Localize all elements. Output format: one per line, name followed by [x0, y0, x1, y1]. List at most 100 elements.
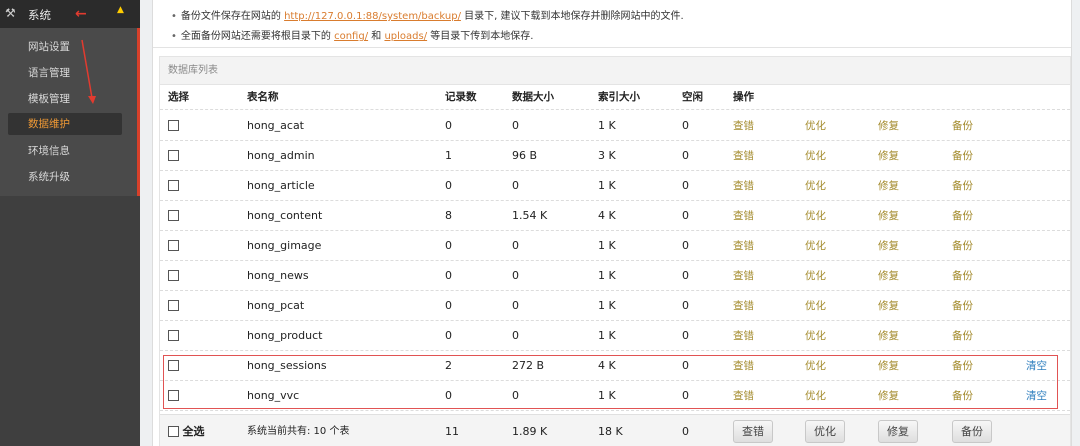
- optimize-link[interactable]: 优化: [805, 321, 826, 351]
- repair-link[interactable]: 修复: [878, 381, 899, 411]
- sidebar-item-data-maintenance[interactable]: 数据维护: [8, 113, 122, 135]
- sidebar-item-environment[interactable]: 环境信息: [8, 140, 122, 162]
- select-all[interactable]: 全选: [168, 415, 205, 446]
- optimize-link[interactable]: 优化: [805, 261, 826, 291]
- optimize-button[interactable]: 优化: [805, 420, 845, 443]
- config-dir-link[interactable]: config/: [334, 31, 368, 42]
- system-menu-header[interactable]: ⚒ 系统 ← ▲: [0, 0, 140, 28]
- backup-link[interactable]: 备份: [952, 111, 973, 141]
- clear-link[interactable]: 清空: [1026, 381, 1047, 411]
- repair-link[interactable]: 修复: [878, 171, 899, 201]
- row-select[interactable]: [168, 261, 179, 291]
- col-free: 空闲: [682, 91, 703, 103]
- total-data-size: 1.89 K: [512, 425, 548, 438]
- backup-link[interactable]: 备份: [952, 231, 973, 261]
- optimize-link[interactable]: 优化: [805, 351, 826, 381]
- free-space: 0: [682, 269, 689, 282]
- check-errors-link[interactable]: 查错: [733, 381, 754, 411]
- repair-link[interactable]: 修复: [878, 201, 899, 231]
- row-checkbox[interactable]: [168, 299, 179, 311]
- row-select[interactable]: [168, 321, 179, 351]
- repair-link[interactable]: 修复: [878, 231, 899, 261]
- backup-link[interactable]: 备份: [952, 201, 973, 231]
- table-name: hong_product: [247, 329, 323, 342]
- check-errors-link[interactable]: 查错: [733, 261, 754, 291]
- check-errors-link[interactable]: 查错: [733, 291, 754, 321]
- row-select[interactable]: [168, 171, 179, 201]
- row-checkbox[interactable]: [168, 359, 179, 371]
- backup-button[interactable]: 备份: [952, 420, 992, 443]
- row-select[interactable]: [168, 111, 179, 141]
- caret-up-icon[interactable]: ▲: [117, 5, 124, 15]
- col-data-size: 数据大小: [512, 91, 554, 103]
- backup-link[interactable]: 备份: [952, 291, 973, 321]
- row-select[interactable]: [168, 231, 179, 261]
- table-row: hong_admin 1 96 B 3 K 0 查错 优化 修复 备份: [160, 141, 1070, 171]
- row-select[interactable]: [168, 291, 179, 321]
- check-errors-link[interactable]: 查错: [733, 201, 754, 231]
- sidebar-item-language[interactable]: 语言管理: [8, 62, 122, 84]
- sidebar-item-templates[interactable]: 模板管理: [8, 88, 122, 110]
- repair-link[interactable]: 修复: [878, 111, 899, 141]
- row-checkbox[interactable]: [168, 209, 179, 221]
- tip-line-1: • 备份文件保存在网站的 http://127.0.0.1:88/system/b…: [171, 11, 684, 22]
- sidebar-item-site-settings[interactable]: 网站设置: [8, 36, 122, 58]
- check-errors-link[interactable]: 查错: [733, 321, 754, 351]
- row-checkbox[interactable]: [168, 119, 179, 131]
- check-errors-button[interactable]: 查错: [733, 420, 773, 443]
- repair-link[interactable]: 修复: [878, 321, 899, 351]
- select-all-label: 全选: [182, 425, 205, 438]
- wrench-icon: ⚒: [5, 6, 16, 20]
- row-checkbox[interactable]: [168, 179, 179, 191]
- check-errors-link[interactable]: 查错: [733, 141, 754, 171]
- optimize-link[interactable]: 优化: [805, 231, 826, 261]
- repair-link[interactable]: 修复: [878, 261, 899, 291]
- record-count: 8: [445, 209, 452, 222]
- optimize-link[interactable]: 优化: [805, 111, 826, 141]
- uploads-dir-link[interactable]: uploads/: [384, 31, 427, 42]
- backup-link[interactable]: 备份: [952, 171, 973, 201]
- table-footer: 全选 系统当前共有: 10 个表 11 1.89 K 18 K 0 查错 优化 …: [160, 414, 1070, 446]
- check-errors-link[interactable]: 查错: [733, 111, 754, 141]
- data-size: 0: [512, 179, 519, 192]
- row-select[interactable]: [168, 201, 179, 231]
- row-select[interactable]: [168, 351, 179, 381]
- optimize-link[interactable]: 优化: [805, 201, 826, 231]
- backup-link[interactable]: 备份: [952, 351, 973, 381]
- check-errors-link[interactable]: 查错: [733, 351, 754, 381]
- row-checkbox[interactable]: [168, 149, 179, 161]
- table-row: hong_sessions 2 272 B 4 K 0 查错 优化 修复 备份 清空: [160, 351, 1070, 381]
- check-errors-link[interactable]: 查错: [733, 231, 754, 261]
- free-space: 0: [682, 209, 689, 222]
- repair-link[interactable]: 修复: [878, 141, 899, 171]
- optimize-link[interactable]: 优化: [805, 141, 826, 171]
- table-count-summary: 系统当前共有: 10 个表: [247, 426, 350, 437]
- optimize-link[interactable]: 优化: [805, 291, 826, 321]
- bullet-icon: •: [171, 31, 177, 42]
- row-select[interactable]: [168, 141, 179, 171]
- col-select: 选择: [168, 91, 189, 103]
- optimize-link[interactable]: 优化: [805, 171, 826, 201]
- backup-link[interactable]: 备份: [952, 381, 973, 411]
- col-records: 记录数: [445, 91, 477, 103]
- sidebar-item-upgrade[interactable]: 系统升级: [8, 166, 122, 188]
- bullet-icon: •: [171, 11, 177, 22]
- repair-button[interactable]: 修复: [878, 420, 918, 443]
- backup-path-link[interactable]: http://127.0.0.1:88/system/backup/: [284, 11, 461, 22]
- backup-link[interactable]: 备份: [952, 321, 973, 351]
- repair-link[interactable]: 修复: [878, 291, 899, 321]
- optimize-link[interactable]: 优化: [805, 381, 826, 411]
- select-all-checkbox[interactable]: [168, 425, 179, 437]
- row-checkbox[interactable]: [168, 239, 179, 251]
- repair-link[interactable]: 修复: [878, 351, 899, 381]
- table-row: hong_news 0 0 1 K 0 查错 优化 修复 备份: [160, 261, 1070, 291]
- row-select[interactable]: [168, 381, 179, 411]
- row-checkbox[interactable]: [168, 389, 179, 401]
- row-checkbox[interactable]: [168, 269, 179, 281]
- table-name: hong_content: [247, 209, 323, 222]
- check-errors-link[interactable]: 查错: [733, 171, 754, 201]
- backup-link[interactable]: 备份: [952, 141, 973, 171]
- backup-link[interactable]: 备份: [952, 261, 973, 291]
- row-checkbox[interactable]: [168, 329, 179, 341]
- clear-link[interactable]: 清空: [1026, 351, 1047, 381]
